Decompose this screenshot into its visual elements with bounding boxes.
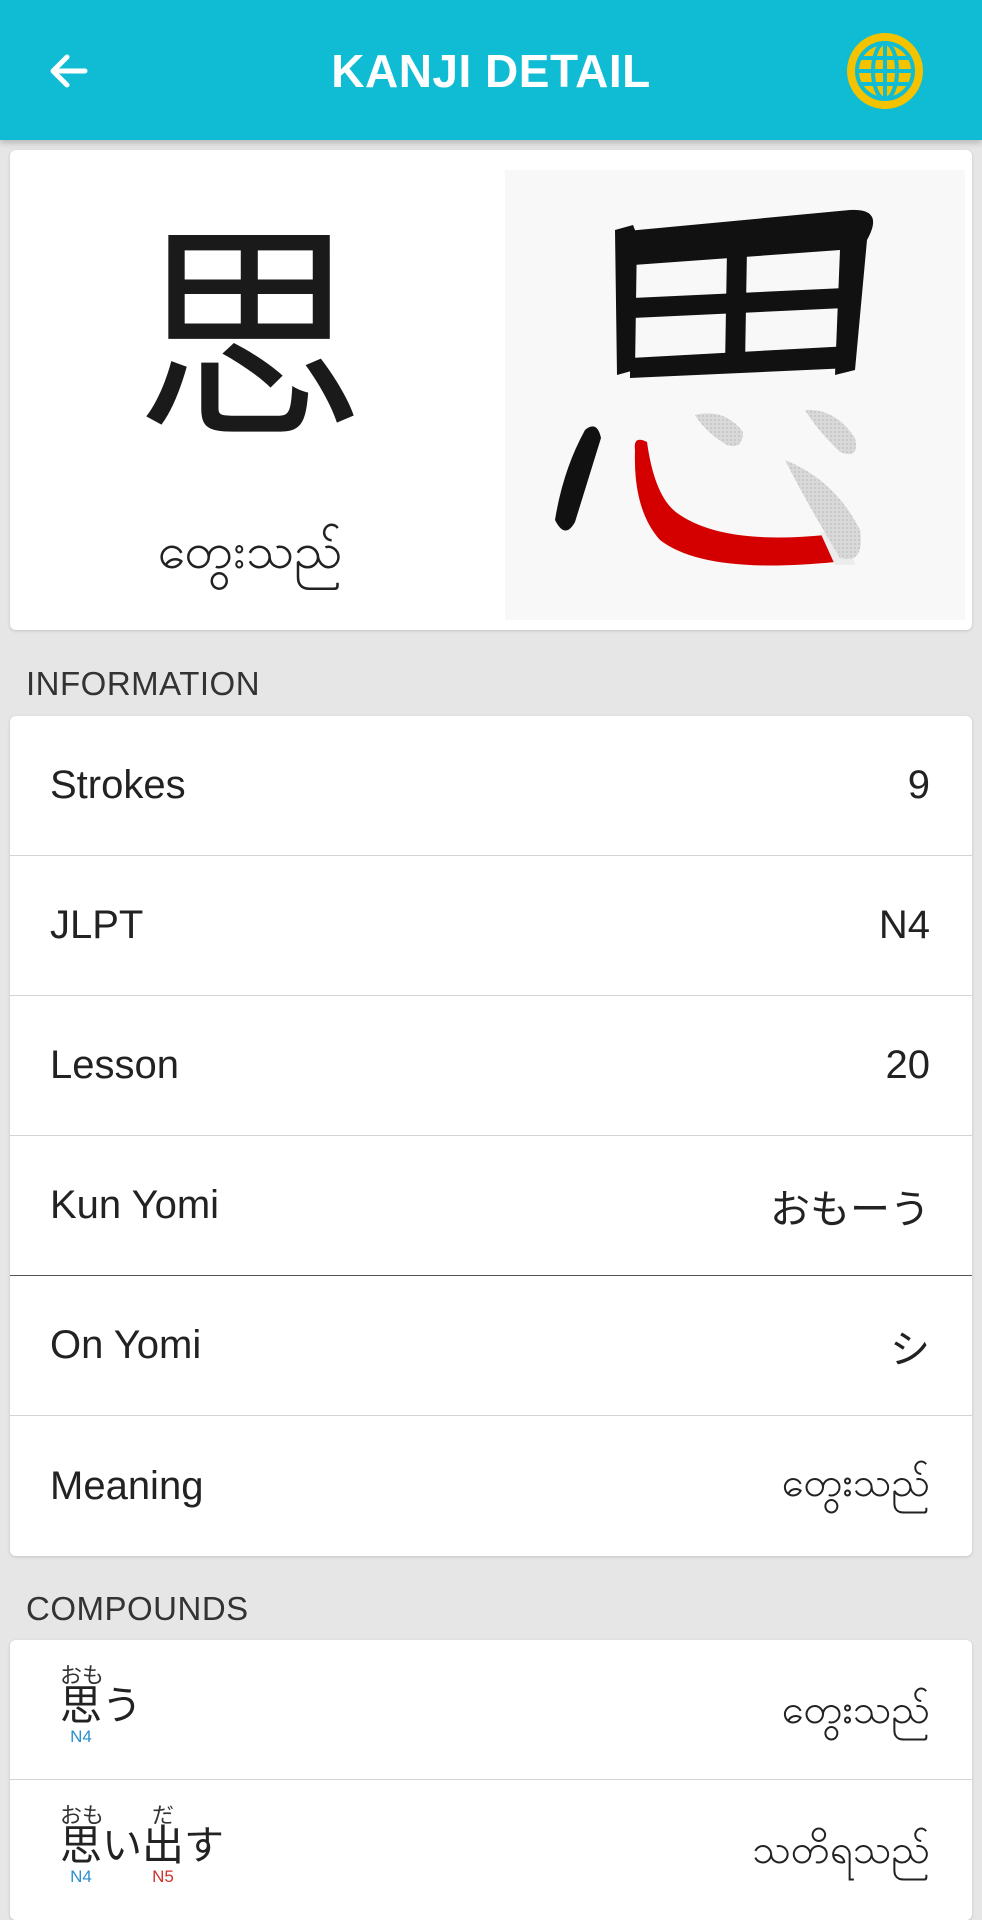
info-label: Meaning — [50, 1463, 204, 1508]
compound-row[interactable]: おも 思 N4 う တွေးသည် — [10, 1640, 972, 1780]
ruby-kanji: おも 思 N4 — [60, 1658, 105, 1746]
info-row-kun-yomi: Kun Yomi おもーう — [10, 1136, 972, 1276]
info-row-strokes: Strokes 9 — [10, 716, 972, 856]
globe-icon — [847, 33, 923, 109]
kanji-char: 出 — [142, 1821, 185, 1870]
compound-word: おも 思 N4 い だ 出 N5 す — [60, 1798, 224, 1886]
stroke-order-animation[interactable] — [505, 170, 965, 620]
language-button[interactable] — [840, 26, 930, 116]
info-row-jlpt: JLPT N4 — [10, 856, 972, 996]
info-label: JLPT — [50, 903, 144, 947]
info-label: Strokes — [50, 763, 186, 807]
kanji-meaning: တွေးသည် — [157, 523, 343, 579]
jlpt-level-badge: N4 — [70, 1727, 92, 1746]
info-row-meaning: Meaning တွေးသည် — [10, 1416, 972, 1556]
information-card: Strokes 9 JLPT N4 Lesson 20 Kun Yomi おもー… — [10, 716, 972, 1556]
info-row-lesson: Lesson 20 — [10, 996, 972, 1136]
furigana: おも — [60, 1663, 105, 1688]
info-row-on-yomi: On Yomi シ — [10, 1276, 972, 1416]
compound-meaning: သတိရသည် — [752, 1828, 930, 1872]
compound-row[interactable]: おも 思 N4 い だ 出 N5 す သတိရသည် — [10, 1780, 972, 1920]
info-value: シ — [890, 1327, 930, 1372]
okurigana: す — [184, 1824, 225, 1868]
okurigana: う — [102, 1684, 143, 1728]
stroke-order-drawing — [555, 209, 874, 566]
ruby-kanji: おも 思 N4 — [60, 1798, 105, 1886]
kanji-display: 思 တွေးသည် — [10, 150, 490, 630]
compound-meaning: တွေးသည် — [781, 1688, 930, 1732]
section-compounds-label: COMPOUNDS — [26, 1590, 249, 1627]
furigana: おも — [60, 1803, 105, 1828]
info-label: Kun Yomi — [50, 1183, 220, 1227]
kanji-char: 思 — [60, 1681, 103, 1730]
info-value: တွေးသည် — [781, 1460, 930, 1505]
info-value: 20 — [885, 1043, 931, 1087]
section-information-label: INFORMATION — [26, 665, 261, 702]
ruby-kanji: だ 出 N5 — [142, 1798, 184, 1886]
jlpt-level-badge: N5 — [152, 1867, 174, 1886]
kanji-character: 思 — [134, 206, 365, 473]
kanji-hero-card: 思 တွေးသည် — [10, 150, 972, 630]
okurigana: い — [102, 1824, 143, 1868]
info-value: おもーう — [770, 1187, 930, 1232]
jlpt-level-badge: N4 — [70, 1867, 92, 1886]
info-value: N4 — [878, 903, 930, 947]
compounds-card: おも 思 N4 う တွေးသည် おも 思 N4 い だ 出 N5 す သတိ… — [10, 1640, 972, 1920]
info-label: Lesson — [50, 1043, 179, 1087]
info-value: 9 — [907, 763, 930, 807]
furigana: だ — [152, 1803, 175, 1828]
compound-word: おも 思 N4 う — [60, 1658, 142, 1746]
info-label: On Yomi — [50, 1323, 202, 1367]
kanji-char: 思 — [60, 1821, 103, 1870]
app-bar: KANJI DETAIL — [0, 0, 982, 140]
page-title: KANJI DETAIL — [331, 45, 651, 97]
